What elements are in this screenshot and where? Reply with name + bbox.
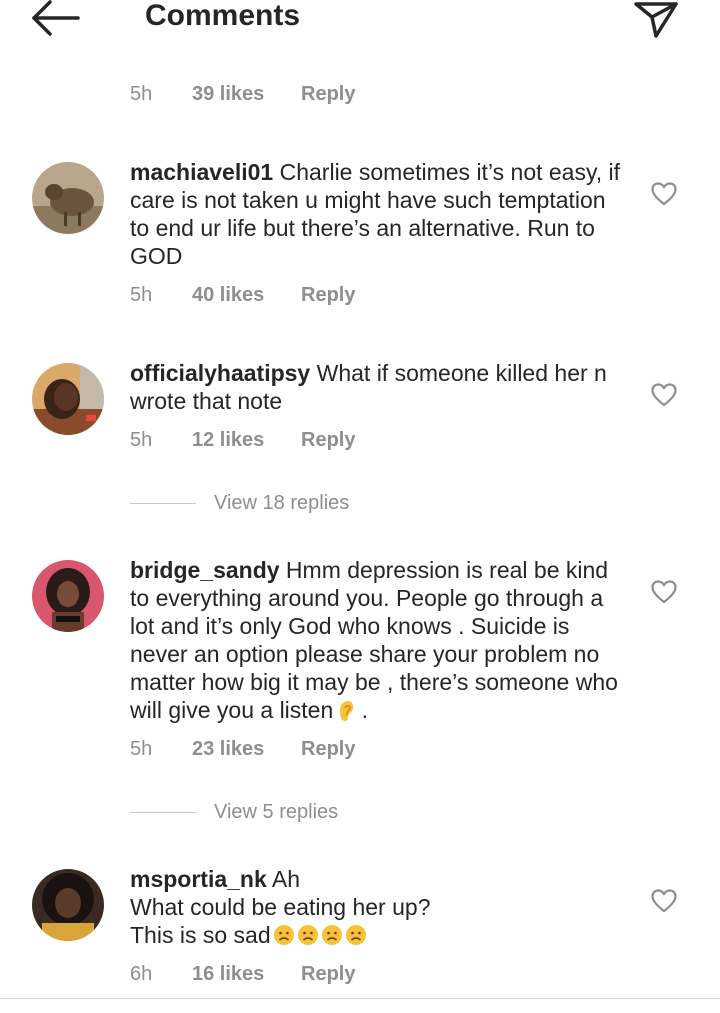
comment-line: This is so sad — [130, 921, 630, 949]
reply-button[interactable]: Reply — [301, 283, 355, 307]
avatar[interactable] — [32, 363, 104, 435]
comment-text: officialyhaatipsy What if someone killed… — [130, 359, 630, 415]
comment-body: Ah — [266, 866, 301, 892]
avatar-image — [32, 869, 104, 941]
bottom-divider — [0, 998, 720, 999]
avatar[interactable] — [32, 162, 104, 234]
reply-button[interactable]: Reply — [301, 82, 355, 106]
comment-likes[interactable]: 12 likes — [192, 428, 264, 452]
heart-icon[interactable] — [651, 580, 677, 604]
share-button[interactable] — [630, 0, 682, 42]
frowning-face-icon — [321, 925, 342, 945]
comment-time: 5h — [130, 284, 153, 306]
reply-button[interactable]: Reply — [301, 962, 355, 986]
comment-username[interactable]: msportia_nk — [130, 866, 267, 892]
send-icon — [634, 2, 678, 38]
comment-text: bridge_sandy Hmm depression is real be k… — [130, 556, 630, 724]
comment-body: This is so sad — [130, 922, 271, 948]
view-replies-label: View 18 replies — [214, 492, 350, 514]
comment-likes[interactable]: 23 likes — [192, 737, 264, 761]
comment-time: 5h — [130, 429, 153, 451]
comment-line: What could be eating her up? — [130, 894, 431, 920]
avatar-image — [32, 162, 104, 234]
frowning-face-icon — [345, 925, 366, 945]
heart-icon[interactable] — [651, 182, 677, 206]
heart-icon[interactable] — [651, 889, 677, 913]
comment-username[interactable]: bridge_sandy — [130, 557, 280, 583]
comment-likes[interactable]: 40 likes — [192, 283, 264, 307]
heart-icon[interactable] — [651, 383, 677, 407]
avatar[interactable] — [32, 560, 104, 632]
comment-likes[interactable]: 16 likes — [192, 962, 264, 986]
comment-likes[interactable]: 39 likes — [192, 82, 264, 106]
comment-text: machiaveli01 Charlie sometimes it’s not … — [130, 158, 630, 270]
avatar-image — [32, 560, 104, 632]
page-title: Comments — [145, 0, 301, 32]
comment-time: 5h — [130, 738, 153, 760]
back-button[interactable] — [28, 0, 84, 40]
comment-body-end: . — [355, 697, 369, 723]
avatar-image — [32, 363, 104, 435]
header: Comments — [0, 0, 720, 50]
avatar[interactable] — [32, 869, 104, 941]
comment-line: msportia_nk Ah — [130, 865, 630, 893]
comment-username[interactable]: officialyhaatipsy — [130, 360, 310, 386]
reply-button[interactable]: Reply — [301, 428, 355, 452]
comment-username[interactable]: machiaveli01 — [130, 159, 273, 185]
ear-emoji-icon — [340, 701, 354, 722]
frowning-face-icon — [297, 925, 318, 945]
arrow-left-icon — [32, 0, 80, 36]
comment-time: 6h — [130, 963, 153, 985]
comment-text: msportia_nk Ah What could be eating her … — [130, 865, 630, 949]
divider-line — [130, 812, 196, 813]
view-replies-label: View 5 replies — [214, 801, 339, 823]
comment-time: 5h — [130, 83, 153, 105]
reply-button[interactable]: Reply — [301, 737, 355, 761]
frowning-face-icon — [273, 925, 294, 945]
divider-line — [130, 503, 196, 504]
